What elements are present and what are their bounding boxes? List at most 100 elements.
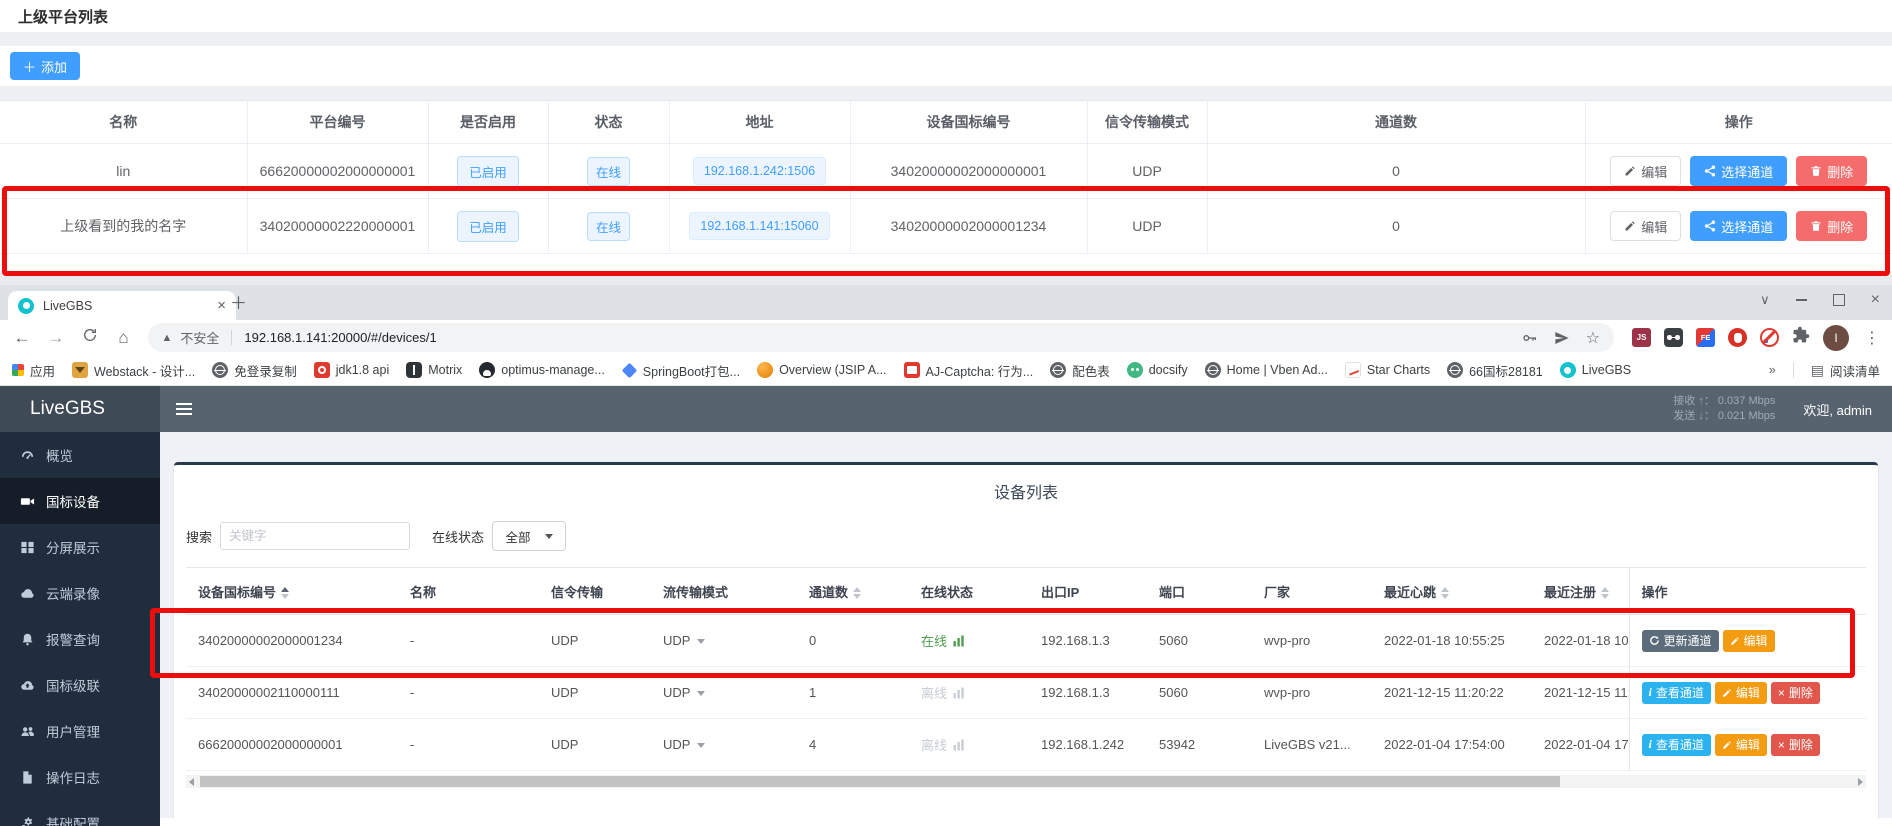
col-status: 状态 xyxy=(548,101,669,144)
profile-avatar[interactable]: I xyxy=(1823,325,1849,351)
bookmark-item[interactable]: SpringBoot打包... xyxy=(622,361,740,380)
sort-icon[interactable] xyxy=(853,587,861,599)
sidebar-item-overview[interactable]: 概览 xyxy=(0,432,160,478)
cell-heartbeat: 2022-01-18 10:55:25 xyxy=(1372,615,1532,667)
delete-button[interactable]: 删除 xyxy=(1796,156,1867,186)
tab-search-chevron-icon[interactable]: ∨ xyxy=(1760,292,1770,308)
col-channels[interactable]: 通道数 xyxy=(797,568,909,615)
sidebar-item-gb-devices[interactable]: 国标设备 xyxy=(0,478,160,524)
tab-close-icon[interactable]: × xyxy=(217,297,226,314)
new-tab-button[interactable]: ＋ xyxy=(230,289,247,314)
sidebar: 概览 国标设备 分屏展示 云端录像 报警查询 xyxy=(0,432,160,826)
add-button[interactable]: ＋ 添加 xyxy=(10,52,80,80)
extension-blocker-icon[interactable] xyxy=(1760,328,1779,347)
sort-icon[interactable] xyxy=(1441,587,1449,599)
delete-button[interactable]: × 删除 xyxy=(1771,734,1820,756)
edit-button[interactable]: 编辑 xyxy=(1610,156,1681,186)
maximize-icon[interactable] xyxy=(1833,294,1845,306)
online-status-select[interactable]: 全部 xyxy=(492,521,566,551)
sidebar-item-operation-logs[interactable]: 操作日志 xyxy=(0,754,160,800)
bookmark-item[interactable]: jdk1.8 api xyxy=(314,362,390,378)
edit-button[interactable]: 编辑 xyxy=(1715,682,1767,704)
extension-fe-icon[interactable]: FE xyxy=(1696,328,1715,347)
extension-glasses-icon[interactable] xyxy=(1664,328,1683,347)
security-warning-icon[interactable]: ▲ xyxy=(162,332,173,344)
app-logo[interactable]: LiveGBS xyxy=(0,386,160,432)
bookmark-item[interactable]: Home | Vben Ad... xyxy=(1205,362,1328,378)
col-device-id: 设备国标编号 xyxy=(850,101,1087,144)
online-status-label: 在线状态 xyxy=(432,527,484,546)
welcome-user[interactable]: 欢迎, admin xyxy=(1803,400,1872,419)
view-channels-button[interactable]: i 查看通道 xyxy=(1642,682,1711,704)
bookmark-item[interactable]: 免登录复制 xyxy=(212,361,297,380)
send-icon[interactable] xyxy=(1554,330,1570,346)
bookmark-item[interactable]: Webstack - 设计... xyxy=(72,361,195,380)
reading-list-button[interactable]: ▤阅读清单 xyxy=(1811,361,1880,380)
delete-button[interactable]: × 删除 xyxy=(1771,682,1820,704)
scroll-right-arrow-icon[interactable] xyxy=(1858,778,1863,786)
forward-icon[interactable]: → xyxy=(46,328,66,348)
extensions-puzzle-icon[interactable] xyxy=(1792,326,1810,349)
stream-mode-dropdown[interactable]: UDP xyxy=(663,737,705,752)
select-channel-button[interactable]: 选择通道 xyxy=(1690,156,1787,186)
col-gb-id[interactable]: 设备国标编号 xyxy=(186,568,398,615)
cell-heartbeat: 2021-12-15 11:20:22 xyxy=(1372,667,1532,719)
sidebar-item-alarm-query[interactable]: 报警查询 xyxy=(0,616,160,662)
view-channels-button[interactable]: i 查看通道 xyxy=(1642,734,1711,756)
bookmarks-overflow-chevron[interactable]: » xyxy=(1769,363,1776,377)
edit-button[interactable]: 编辑 xyxy=(1723,630,1775,652)
address-bar[interactable]: ▲ 不安全 192.168.1.141:20000/#/devices/1 ☆ xyxy=(148,323,1615,352)
edit-button[interactable]: 编辑 xyxy=(1715,734,1767,756)
bookmark-item[interactable]: Overview (JSIP A... xyxy=(757,362,886,378)
search-label: 搜索 xyxy=(186,527,212,546)
sort-icon[interactable] xyxy=(281,587,289,599)
close-window-icon[interactable]: × xyxy=(1871,291,1880,309)
url-text[interactable]: 192.168.1.141:20000/#/devices/1 xyxy=(244,330,436,345)
col-registered[interactable]: 最近注册 xyxy=(1532,568,1629,615)
bookmark-item[interactable]: 66国标28181 xyxy=(1447,361,1543,380)
bookmark-star-icon[interactable]: ☆ xyxy=(1586,328,1600,348)
extension-js-icon[interactable]: JS xyxy=(1632,328,1651,347)
search-input[interactable] xyxy=(220,522,410,550)
scrollbar-thumb[interactable] xyxy=(200,776,1560,787)
refresh-icon[interactable] xyxy=(80,327,100,348)
sidebar-toggle-icon[interactable] xyxy=(176,403,192,415)
key-icon[interactable] xyxy=(1522,330,1538,346)
cell-channels: 0 xyxy=(797,615,909,667)
bookmark-item[interactable]: Motrix xyxy=(406,362,462,378)
sidebar-item-cloud-record[interactable]: 云端录像 xyxy=(0,570,160,616)
delete-button[interactable]: 删除 xyxy=(1796,211,1867,241)
bookmark-item[interactable]: docsify xyxy=(1127,362,1188,378)
edit-button[interactable]: 编辑 xyxy=(1610,211,1681,241)
share-icon xyxy=(1704,220,1716,232)
bookmark-item[interactable]: AJ-Captcha: 行为... xyxy=(904,361,1034,380)
bookmark-item[interactable]: 配色表 xyxy=(1050,361,1110,380)
browser-tab-livegbs[interactable]: LiveGBS × xyxy=(8,291,236,320)
minimize-icon[interactable] xyxy=(1796,299,1807,301)
select-channel-button[interactable]: 选择通道 xyxy=(1690,211,1787,241)
horizontal-scrollbar[interactable] xyxy=(186,775,1866,788)
update-channels-button[interactable]: 更新通道 xyxy=(1642,630,1719,652)
sidebar-item-user-management[interactable]: 用户管理 xyxy=(0,708,160,754)
bookmark-item[interactable]: LiveGBS xyxy=(1560,362,1631,378)
browser-menu-icon[interactable]: ⋮ xyxy=(1864,328,1880,348)
online-status[interactable]: 在线 xyxy=(921,631,965,650)
back-icon[interactable]: ← xyxy=(12,328,32,348)
apps-shortcut[interactable]: 应用 xyxy=(12,361,55,380)
home-icon[interactable]: ⌂ xyxy=(114,328,134,348)
col-heartbeat[interactable]: 最近心跳 xyxy=(1372,568,1532,615)
extension-adblock-hand-icon[interactable] xyxy=(1728,328,1747,347)
sidebar-item-split-screen[interactable]: 分屏展示 xyxy=(0,524,160,570)
tab-title: LiveGBS xyxy=(43,299,92,313)
sort-icon[interactable] xyxy=(1601,587,1609,599)
sidebar-item-basic-config[interactable]: 基础配置 xyxy=(0,800,160,826)
bookmark-item[interactable]: Star Charts xyxy=(1345,362,1430,378)
stream-mode-dropdown[interactable]: UDP xyxy=(663,685,705,700)
col-channels: 通道数 xyxy=(1207,101,1585,144)
browser-window: LiveGBS × ＋ ∨ × ← → ⌂ ▲ 不安全 192.168.1.1 xyxy=(0,285,1892,826)
bookmark-item[interactable]: optimus-manage... xyxy=(479,362,605,378)
stream-mode-dropdown[interactable]: UDP xyxy=(663,633,705,648)
scroll-left-arrow-icon[interactable] xyxy=(189,778,194,786)
cloud-icon xyxy=(20,586,35,601)
sidebar-item-gb-cascade[interactable]: 国标级联 xyxy=(0,662,160,708)
